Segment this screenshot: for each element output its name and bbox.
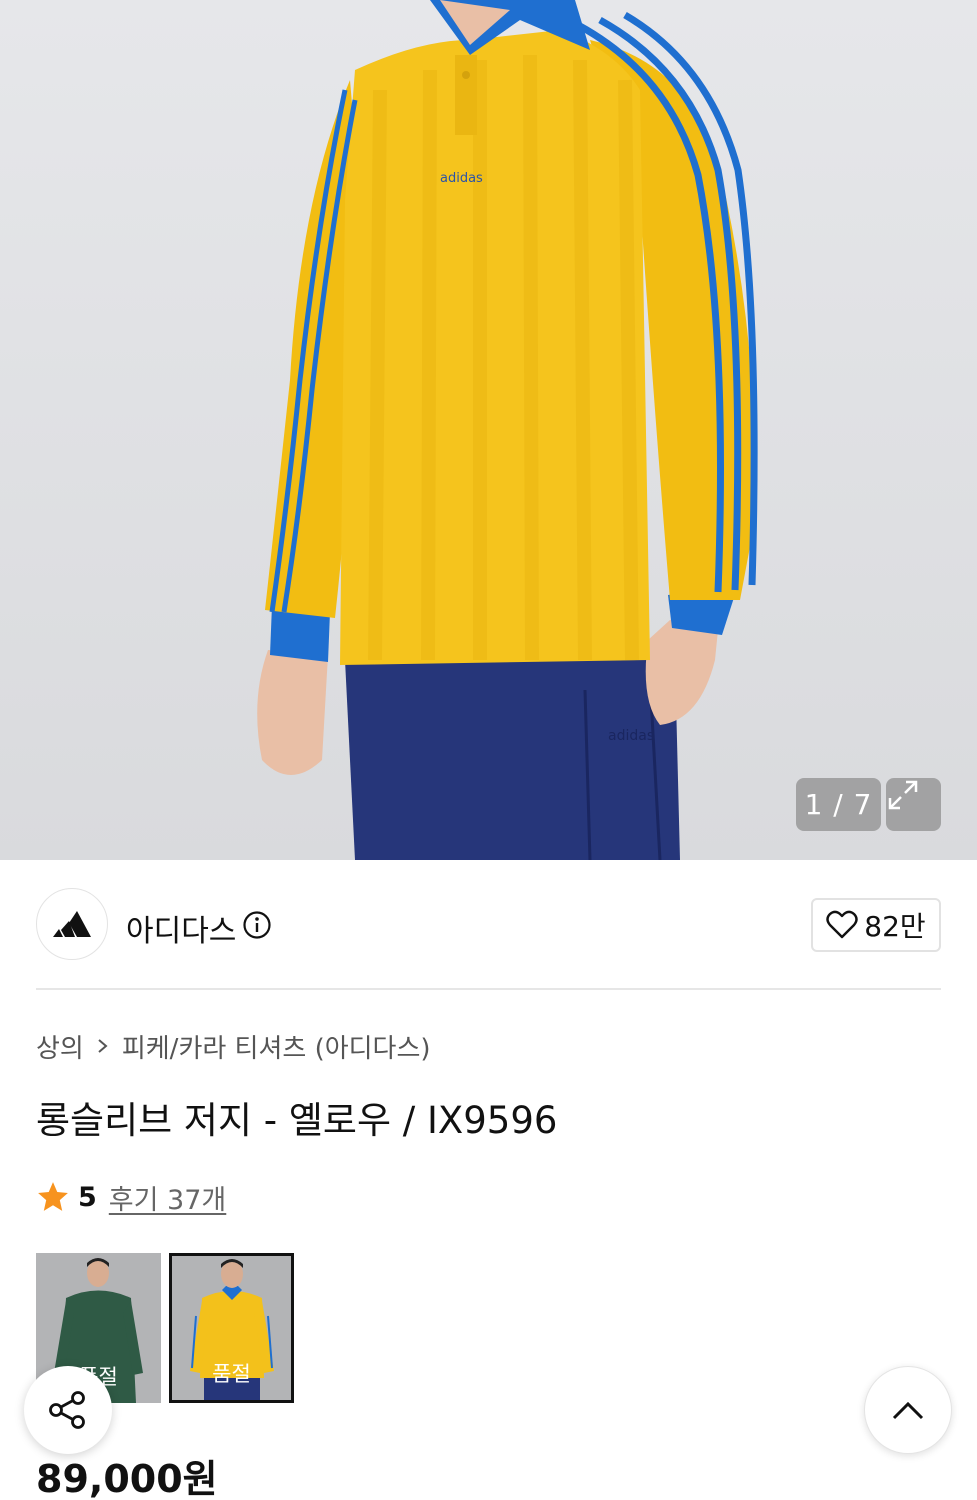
svg-text:adidas: adidas [608,728,654,744]
adidas-logo [53,911,91,937]
share-icon [49,1391,85,1429]
expand-button[interactable] [886,778,941,831]
brand-name[interactable]: 아디다스 [126,906,236,950]
svg-text:adidas: adidas [440,171,483,186]
chevron-right-icon [96,1037,110,1055]
product-price: 89,000원 [36,1457,218,1500]
heart-icon [826,910,858,939]
brand-row: 아디다스 82만 [36,888,941,962]
info-icon[interactable] [242,910,272,940]
soldout-badge: 품절 [212,1362,251,1386]
chevron-up-icon [892,1401,924,1420]
product-title: 롱슬리브 저지 - 옐로우 / IX9596 [36,1099,558,1142]
like-count: 82만 [864,910,926,943]
like-button[interactable]: 82만 [811,898,941,952]
rating-score: 5 [78,1181,97,1213]
breadcrumb-category[interactable]: 상의 [36,1028,84,1065]
product-photo: adidas adidas [257,0,758,860]
scroll-top-button[interactable] [864,1366,952,1454]
image-counter: 1 / 7 [796,778,881,831]
share-button[interactable] [24,1366,112,1454]
breadcrumb: 상의 피케/카라 티셔츠 (아디다스) [36,1028,431,1064]
color-option-yellow[interactable]: 품절 [169,1253,294,1403]
brand-logo[interactable] [36,888,108,960]
breadcrumb-subcategory[interactable]: 피케/카라 티셔츠 (아디다스) [122,1028,431,1065]
expand-icon [888,780,918,810]
rating-row: 5 후기 37개 [36,1178,226,1216]
star-icon [38,1182,68,1211]
product-image-gallery[interactable]: adidas adidas 1 / 7 [0,0,977,860]
review-link[interactable]: 후기 37개 [109,1178,226,1217]
divider [36,988,941,990]
